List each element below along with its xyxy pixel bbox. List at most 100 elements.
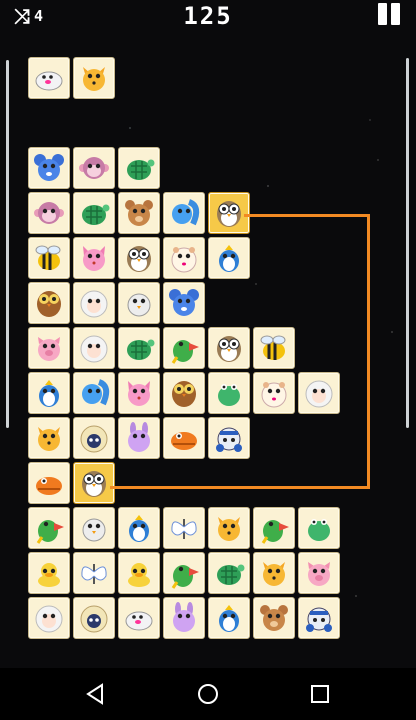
tile-crab[interactable] xyxy=(298,597,340,639)
tile-owl[interactable] xyxy=(208,327,250,369)
tile-orange-dino[interactable] xyxy=(163,417,205,459)
tile-turtle[interactable] xyxy=(118,147,160,189)
tile-sheep[interactable] xyxy=(73,282,115,324)
tile-black-sheep[interactable] xyxy=(73,417,115,459)
duck-icon xyxy=(128,563,150,587)
tile-hamster[interactable] xyxy=(253,372,295,414)
owl-icon xyxy=(127,246,151,272)
score: 125 xyxy=(183,2,233,30)
back-icon[interactable] xyxy=(84,682,108,706)
crocodile-icon xyxy=(218,384,240,406)
tile-duck[interactable] xyxy=(28,552,70,594)
tile-fox[interactable] xyxy=(253,552,295,594)
tile-crab[interactable] xyxy=(208,417,250,459)
orange-dino-icon xyxy=(171,432,197,450)
fox-icon xyxy=(263,562,285,586)
tile-turtle[interactable] xyxy=(208,552,250,594)
tile-owl[interactable] xyxy=(118,237,160,279)
tile-turtle[interactable] xyxy=(73,192,115,234)
tile-parrot[interactable] xyxy=(163,552,205,594)
tile-fox[interactable] xyxy=(208,507,250,549)
tile-fox[interactable] xyxy=(73,57,115,99)
recents-icon[interactable] xyxy=(308,682,332,706)
tile-fox[interactable] xyxy=(28,417,70,459)
tile-rabbit[interactable] xyxy=(118,417,160,459)
black-sheep-icon xyxy=(80,425,108,453)
tile-monkey[interactable] xyxy=(28,192,70,234)
tile-mouse[interactable] xyxy=(28,147,70,189)
tile-monkey[interactable] xyxy=(73,147,115,189)
tile-bee[interactable] xyxy=(28,237,70,279)
butterfly-icon xyxy=(81,564,107,584)
tile-owl[interactable] xyxy=(208,192,250,234)
right-progress-bar xyxy=(406,58,409,428)
tile-seal[interactable] xyxy=(118,597,160,639)
parrot-icon xyxy=(261,520,289,544)
crab-icon xyxy=(216,427,242,452)
tile-bear[interactable] xyxy=(253,597,295,639)
tile-orange-dino[interactable] xyxy=(28,462,70,504)
tile-dino[interactable] xyxy=(208,237,250,279)
tile-sheep[interactable] xyxy=(28,597,70,639)
tile-crocodile[interactable] xyxy=(208,372,250,414)
hamster-icon xyxy=(261,382,287,408)
tile-black-sheep[interactable] xyxy=(73,597,115,639)
tile-dino[interactable] xyxy=(28,372,70,414)
tile-mouse[interactable] xyxy=(163,282,205,324)
match-path-bottom xyxy=(110,486,370,489)
parrot-icon xyxy=(36,520,64,544)
navigation-bar xyxy=(0,668,416,720)
tile-owl[interactable] xyxy=(73,462,115,504)
black-sheep-icon xyxy=(80,605,108,633)
tile-turtle[interactable] xyxy=(118,327,160,369)
dino-icon xyxy=(219,605,239,632)
tile-butterfly[interactable] xyxy=(73,552,115,594)
tile-butterfly[interactable] xyxy=(163,507,205,549)
tile-chick[interactable] xyxy=(73,507,115,549)
tile-chick[interactable] xyxy=(118,282,160,324)
tile-pig[interactable] xyxy=(28,327,70,369)
match-path-right xyxy=(367,214,370,489)
tile-brown-owl[interactable] xyxy=(28,282,70,324)
fox-icon xyxy=(218,517,240,541)
tile-seal[interactable] xyxy=(28,57,70,99)
tile-sheep[interactable] xyxy=(73,327,115,369)
rabbit-icon xyxy=(128,422,150,452)
tile-parrot[interactable] xyxy=(253,507,295,549)
tile-cat[interactable] xyxy=(118,372,160,414)
pause-button[interactable] xyxy=(378,3,402,25)
game-board-area: ⤨ 4 125 xyxy=(0,0,416,668)
tile-cat[interactable] xyxy=(73,237,115,279)
home-icon[interactable] xyxy=(196,682,220,706)
tile-crocodile[interactable] xyxy=(298,507,340,549)
tile-pig[interactable] xyxy=(298,552,340,594)
tile-bear[interactable] xyxy=(118,192,160,234)
tile-parrot[interactable] xyxy=(163,327,205,369)
tile-sheep[interactable] xyxy=(298,372,340,414)
tile-bee[interactable] xyxy=(253,327,295,369)
tile-squirrel[interactable] xyxy=(73,372,115,414)
tile-hamster[interactable] xyxy=(163,237,205,279)
sheep-icon xyxy=(35,605,63,633)
match-path-top xyxy=(244,214,370,217)
tile-dino[interactable] xyxy=(208,597,250,639)
tile-parrot[interactable] xyxy=(28,507,70,549)
turtle-icon xyxy=(217,564,245,585)
monkey-icon xyxy=(79,157,109,179)
turtle-icon xyxy=(127,339,155,360)
dino-icon xyxy=(39,380,59,407)
squirrel-icon xyxy=(172,199,200,226)
squirrel-icon xyxy=(82,379,110,406)
tile-dino[interactable] xyxy=(118,507,160,549)
parrot-icon xyxy=(171,340,199,364)
tile-squirrel[interactable] xyxy=(163,192,205,234)
rabbit-icon xyxy=(173,602,195,632)
tile-duck[interactable] xyxy=(118,552,160,594)
owl-icon xyxy=(82,471,106,497)
mouse-icon xyxy=(34,154,64,181)
duck-icon xyxy=(38,563,60,587)
seal-icon xyxy=(35,71,63,91)
tile-brown-owl[interactable] xyxy=(163,372,205,414)
tile-rabbit[interactable] xyxy=(163,597,205,639)
bee-icon xyxy=(35,245,61,270)
